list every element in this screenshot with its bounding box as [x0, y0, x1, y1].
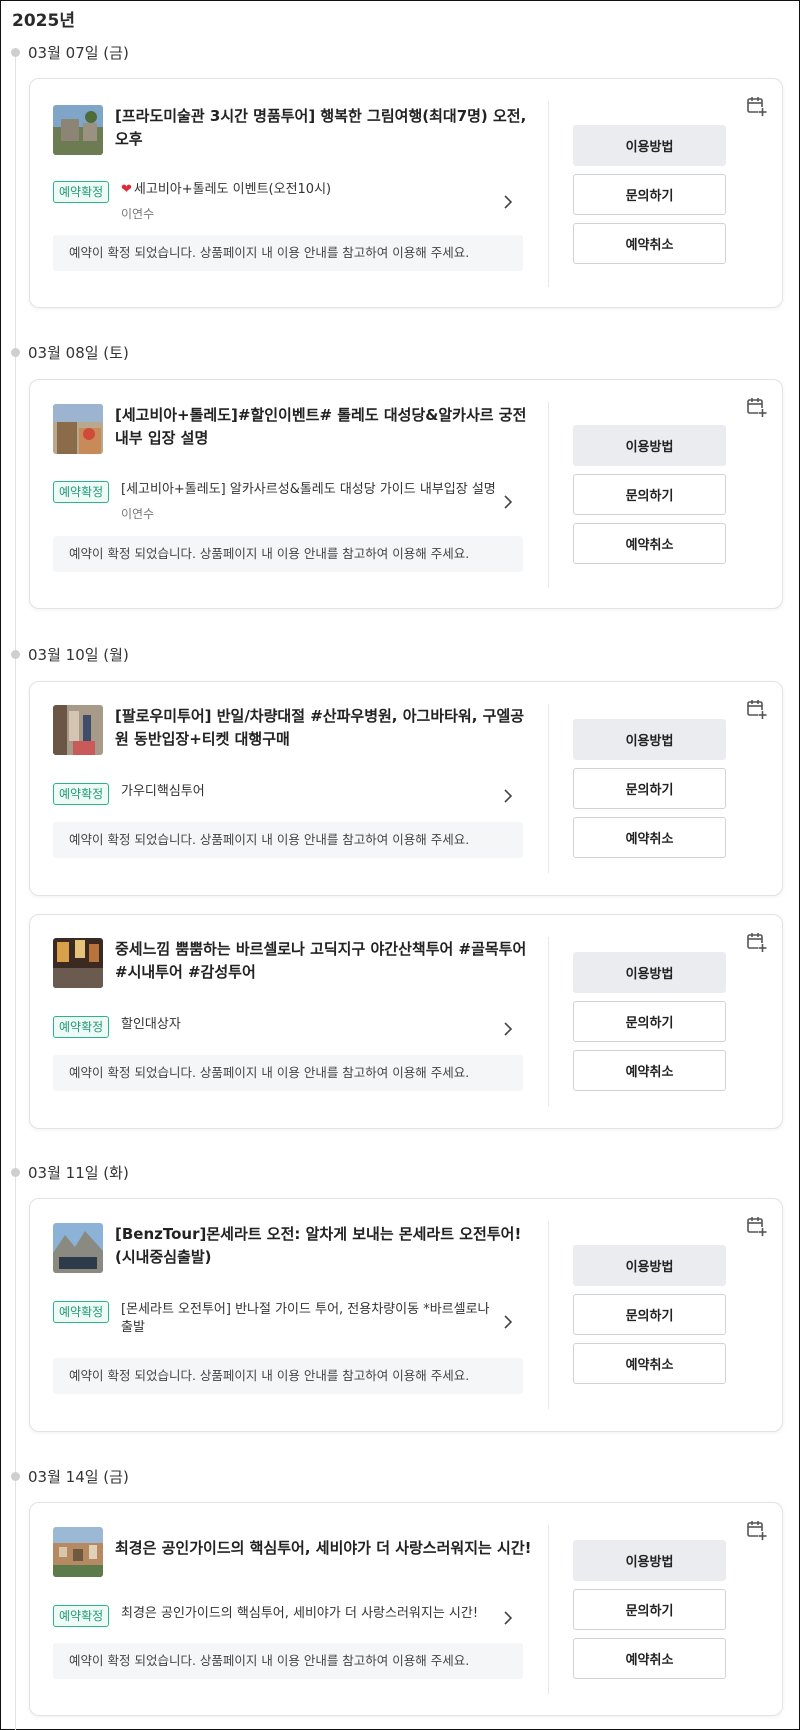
booking-title[interactable]: [팔로우미투어] 반일/차량대절 #산파우병원, 아그바타워, 구엘공원 동반입… [115, 705, 535, 751]
year-heading: 2025년 [12, 11, 75, 31]
heart-icon: ❤ [121, 182, 132, 197]
product-thumbnail[interactable] [53, 404, 103, 454]
inquiry-button[interactable]: 문의하기 [573, 474, 726, 515]
cancel-button[interactable]: 예약취소 [573, 1050, 726, 1091]
inquiry-button[interactable]: 문의하기 [573, 1294, 726, 1335]
booking-option: 최경은 공인가이드의 핵심투어, 세비야가 더 사랑스러워지는 시간! [121, 1606, 479, 1621]
timeline-dot [11, 47, 20, 57]
booking-option: 할인대상자 [121, 1017, 181, 1032]
date-label: 03월 07일 (금) [28, 43, 129, 62]
date-group-0311: 03월 11일 (화) [11, 1161, 129, 1183]
booking-notice: 예약이 확정 되었습니다. 상품페이지 내 이용 안내를 참고하여 이용해 주세… [53, 536, 523, 572]
status-badge: 예약확정 [53, 783, 110, 805]
date-group-0314: 03월 14일 (금) [11, 1465, 129, 1487]
divider [548, 101, 549, 287]
calendar-plus-icon[interactable] [746, 931, 768, 953]
booking-card: [세고비아+톨레도]#할인이벤트# 톨레도 대성당&알카사르 궁전 내부 입장 … [29, 379, 783, 609]
calendar-plus-icon[interactable] [746, 1215, 768, 1237]
product-thumbnail[interactable] [53, 105, 103, 155]
booking-option: 가우디핵심투어 [121, 784, 205, 799]
booking-notice: 예약이 확정 되었습니다. 상품페이지 내 이용 안내를 참고하여 이용해 주세… [53, 1055, 523, 1091]
booking-notice: 예약이 확정 되었습니다. 상품페이지 내 이용 안내를 참고하여 이용해 주세… [53, 235, 523, 271]
date-label: 03월 08일 (토) [28, 343, 129, 362]
status-badge: 예약확정 [53, 481, 110, 503]
usage-button[interactable]: 이용방법 [573, 952, 726, 993]
date-group-0307: 03월 07일 (금) [11, 41, 129, 63]
usage-button[interactable]: 이용방법 [573, 719, 726, 760]
status-badge: 예약확정 [53, 1301, 110, 1323]
cancel-button[interactable]: 예약취소 [573, 223, 726, 264]
inquiry-button[interactable]: 문의하기 [573, 174, 726, 215]
usage-button[interactable]: 이용방법 [573, 1245, 726, 1286]
product-thumbnail[interactable] [53, 1223, 103, 1273]
booking-card: 중세느낌 뿜뿜하는 바르셀로나 고딕지구 야간산책투어 #골목투어 #시내투어 … [29, 914, 783, 1129]
divider [548, 937, 549, 1106]
guest-name: 이연수 [121, 207, 155, 221]
calendar-plus-icon[interactable] [746, 95, 768, 117]
product-thumbnail[interactable] [53, 1527, 103, 1577]
status-badge: 예약확정 [53, 1605, 110, 1627]
booking-title[interactable]: 최경은 공인가이드의 핵심투어, 세비야가 더 사랑스러워지는 시간! [115, 1537, 535, 1560]
guest-name: 이연수 [121, 507, 155, 521]
booking-card: [프라도미술관 3시간 명품투어] 행복한 그림여행(최대7명) 오전, 오후 … [29, 78, 783, 308]
divider [548, 402, 549, 588]
calendar-plus-icon[interactable] [746, 1519, 768, 1541]
booking-title[interactable]: [BenzTour]몬세라트 오전: 알차게 보내는 몬세라트 오전투어! (시… [115, 1223, 535, 1269]
inquiry-button[interactable]: 문의하기 [573, 768, 726, 809]
booking-title[interactable]: [세고비아+톨레도]#할인이벤트# 톨레도 대성당&알카사르 궁전 내부 입장 … [115, 404, 535, 450]
cancel-button[interactable]: 예약취소 [573, 523, 726, 564]
booking-title[interactable]: [프라도미술관 3시간 명품투어] 행복한 그림여행(최대7명) 오전, 오후 [115, 105, 535, 151]
booking-card: [BenzTour]몬세라트 오전: 알차게 보내는 몬세라트 오전투어! (시… [29, 1198, 783, 1432]
calendar-plus-icon[interactable] [746, 396, 768, 418]
booking-title[interactable]: 중세느낌 뿜뿜하는 바르셀로나 고딕지구 야간산책투어 #골목투어 #시내투어 … [115, 938, 535, 984]
booking-option: [세고비아+톨레도] 알카사르성&톨레도 대성당 가이드 내부입장 설명 [121, 482, 496, 497]
timeline-dot [11, 649, 20, 659]
divider [548, 1221, 549, 1409]
usage-button[interactable]: 이용방법 [573, 1540, 726, 1581]
booking-notice: 예약이 확정 되었습니다. 상품페이지 내 이용 안내를 참고하여 이용해 주세… [53, 822, 523, 858]
cancel-button[interactable]: 예약취소 [573, 817, 726, 858]
product-thumbnail[interactable] [53, 705, 103, 755]
divider [548, 704, 549, 873]
status-badge: 예약확정 [53, 181, 110, 203]
booking-notice: 예약이 확정 되었습니다. 상품페이지 내 이용 안내를 참고하여 이용해 주세… [53, 1358, 523, 1394]
divider [548, 1525, 549, 1694]
cancel-button[interactable]: 예약취소 [573, 1343, 726, 1384]
booking-notice: 예약이 확정 되었습니다. 상품페이지 내 이용 안내를 참고하여 이용해 주세… [53, 1643, 523, 1679]
booking-option: [몬세라트 오전투어] 반나절 가이드 투어, 전용차량이동 *바르셀로나 출발 [121, 1302, 490, 1335]
usage-button[interactable]: 이용방법 [573, 125, 726, 166]
booking-card: 최경은 공인가이드의 핵심투어, 세비야가 더 사랑스러워지는 시간! 예약확정… [29, 1502, 783, 1716]
date-label: 03월 11일 (화) [28, 1163, 129, 1182]
chevron-right-icon[interactable] [500, 1314, 516, 1330]
calendar-plus-icon[interactable] [746, 698, 768, 720]
date-label: 03월 14일 (금) [28, 1467, 129, 1486]
inquiry-button[interactable]: 문의하기 [573, 1001, 726, 1042]
option-text: 세고비아+톨레도 이벤트(오전10시) [133, 182, 332, 197]
product-thumbnail[interactable] [53, 938, 103, 988]
timeline-dot [11, 347, 20, 357]
chevron-right-icon[interactable] [500, 788, 516, 804]
status-badge: 예약확정 [53, 1016, 110, 1038]
cancel-button[interactable]: 예약취소 [573, 1638, 726, 1679]
booking-option: ❤ 세고비아+톨레도 이벤트(오전10시) [121, 181, 501, 199]
inquiry-button[interactable]: 문의하기 [573, 1589, 726, 1630]
date-group-0310: 03월 10일 (월) [11, 643, 129, 665]
date-group-0308: 03월 08일 (토) [11, 341, 129, 363]
usage-button[interactable]: 이용방법 [573, 425, 726, 466]
chevron-right-icon[interactable] [500, 1610, 516, 1626]
date-label: 03월 10일 (월) [28, 645, 129, 664]
chevron-right-icon[interactable] [500, 494, 516, 510]
chevron-right-icon[interactable] [500, 1021, 516, 1037]
timeline-dot [11, 1167, 20, 1177]
timeline-dot [11, 1471, 20, 1481]
chevron-right-icon[interactable] [500, 194, 516, 210]
booking-card: [팔로우미투어] 반일/차량대절 #산파우병원, 아그바타워, 구엘공원 동반입… [29, 681, 783, 896]
